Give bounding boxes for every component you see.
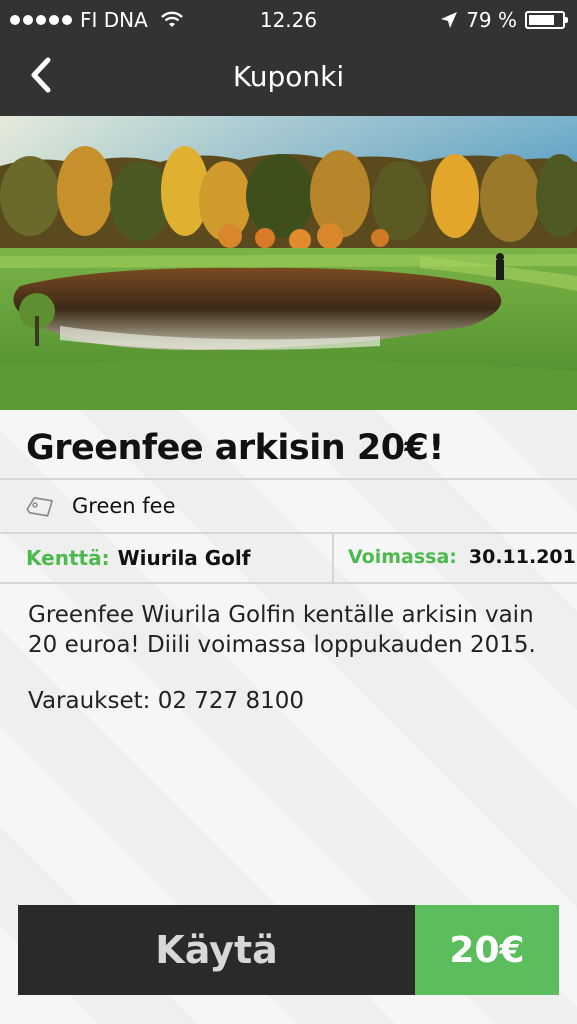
coupon-hero-image [0, 116, 577, 410]
course-label: Kenttä: [26, 546, 110, 570]
course-value: Wiurila Golf [117, 546, 251, 570]
divider [0, 582, 577, 584]
battery-icon [525, 11, 568, 29]
booking-contact: Varaukset: 02 727 8100 [28, 688, 305, 714]
info-row: Kenttä: Wiurila Golf Voimassa: 30.11.2015 [0, 534, 577, 582]
location-arrow-icon [441, 12, 458, 28]
coupon-price: 20€ [415, 905, 559, 995]
coupon-description: Greenfee Wiurila Golfin kentälle arkisin… [28, 602, 536, 658]
use-coupon-button[interactable]: Käytä [18, 905, 415, 995]
category-row: Green fee [0, 482, 577, 532]
validity-info: Voimassa: 30.11.2015 [348, 546, 577, 568]
status-bar: FI DNA 12.26 79 % [0, 0, 577, 38]
page-title: Kuponki [232, 60, 345, 93]
validity-value: 30.11.2015 [468, 546, 577, 568]
divider [332, 534, 334, 582]
status-right: 79 % [440, 8, 568, 32]
tag-icon [26, 497, 53, 517]
coupon-content: Greenfee arkisin 20€! Green fee Kenttä: W… [0, 410, 577, 1024]
battery-percent: 79 % [466, 8, 517, 32]
divider [0, 478, 577, 480]
navigation-bar: Kuponki [0, 38, 577, 116]
category-label: Green fee [72, 494, 176, 518]
coupon-title: Greenfee arkisin 20€! [26, 428, 444, 468]
battery-level [529, 15, 555, 25]
course-info: Kenttä: Wiurila Golf [26, 546, 250, 570]
validity-label: Voimassa: [348, 546, 457, 568]
